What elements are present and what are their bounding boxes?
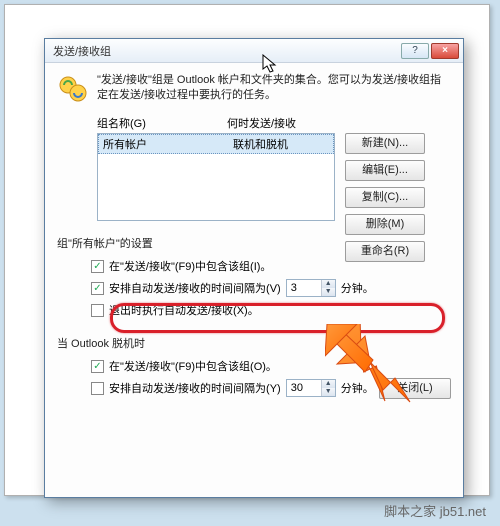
minutes-suffix: 分钟。 bbox=[341, 280, 374, 296]
watermark-text: 脚本之家 jb51.net bbox=[384, 501, 486, 520]
column-header-when: 何时发送/接收 bbox=[227, 115, 296, 131]
include-in-f9-label: 在"发送/接收"(F9)中包含该组(I)。 bbox=[109, 258, 271, 274]
spinner-down-icon[interactable]: ▼ bbox=[322, 388, 335, 396]
offline-schedule-label: 安排自动发送/接收的时间间隔为(Y) bbox=[109, 380, 281, 396]
close-window-button[interactable]: × bbox=[431, 43, 459, 59]
offline-schedule-spinner[interactable]: ▲▼ bbox=[286, 379, 336, 397]
offline-include-f9-checkbox[interactable]: ✓ bbox=[91, 360, 104, 373]
schedule-interval-label: 安排自动发送/接收的时间间隔为(V) bbox=[109, 280, 281, 296]
minutes-suffix: 分钟。 bbox=[341, 380, 374, 396]
schedule-interval-spinner[interactable]: ▲▼ bbox=[286, 279, 336, 297]
spinner-down-icon[interactable]: ▼ bbox=[322, 288, 335, 296]
intro-text: "发送/接收"组是 Outlook 帐户和文件夹的集合。您可以为发送/接收组指定… bbox=[97, 73, 451, 105]
edit-button[interactable]: 编辑(E)... bbox=[345, 160, 425, 181]
schedule-interval-checkbox[interactable]: ✓ bbox=[91, 282, 104, 295]
send-on-exit-label: 退出时执行自动发送/接收(X)。 bbox=[109, 302, 259, 318]
list-item-name: 所有帐户 bbox=[99, 135, 229, 153]
include-in-f9-checkbox[interactable]: ✓ bbox=[91, 260, 104, 273]
close-button[interactable]: 关闭(L) bbox=[379, 378, 451, 399]
send-receive-icon bbox=[57, 73, 89, 105]
help-button[interactable]: ? bbox=[401, 43, 429, 59]
schedule-interval-input[interactable] bbox=[287, 280, 321, 296]
new-button[interactable]: 新建(N)... bbox=[345, 133, 425, 154]
spinner-up-icon[interactable]: ▲ bbox=[322, 380, 335, 388]
offline-schedule-input[interactable] bbox=[287, 380, 321, 396]
copy-button[interactable]: 复制(C)... bbox=[345, 187, 425, 208]
remove-button[interactable]: 删除(M) bbox=[345, 214, 425, 235]
offline-include-f9-label: 在"发送/接收"(F9)中包含该组(O)。 bbox=[109, 358, 277, 374]
send-receive-groups-dialog: 发送/接收组 ? × "发送/接收"组是 Outlook 帐户和文件夹的集合。您… bbox=[44, 38, 464, 498]
groups-listbox[interactable]: 所有帐户 联机和脱机 bbox=[97, 133, 335, 221]
dialog-title: 发送/接收组 bbox=[53, 43, 111, 59]
offline-schedule-checkbox[interactable] bbox=[91, 382, 104, 395]
list-item[interactable]: 所有帐户 联机和脱机 bbox=[98, 134, 334, 154]
list-item-when: 联机和脱机 bbox=[229, 135, 292, 153]
send-on-exit-checkbox[interactable] bbox=[91, 304, 104, 317]
offline-heading: 当 Outlook 脱机时 bbox=[57, 335, 451, 351]
column-header-name: 组名称(G) bbox=[97, 115, 227, 131]
titlebar: 发送/接收组 ? × bbox=[45, 39, 463, 63]
spinner-up-icon[interactable]: ▲ bbox=[322, 280, 335, 288]
rename-button[interactable]: 重命名(R) bbox=[345, 241, 425, 262]
